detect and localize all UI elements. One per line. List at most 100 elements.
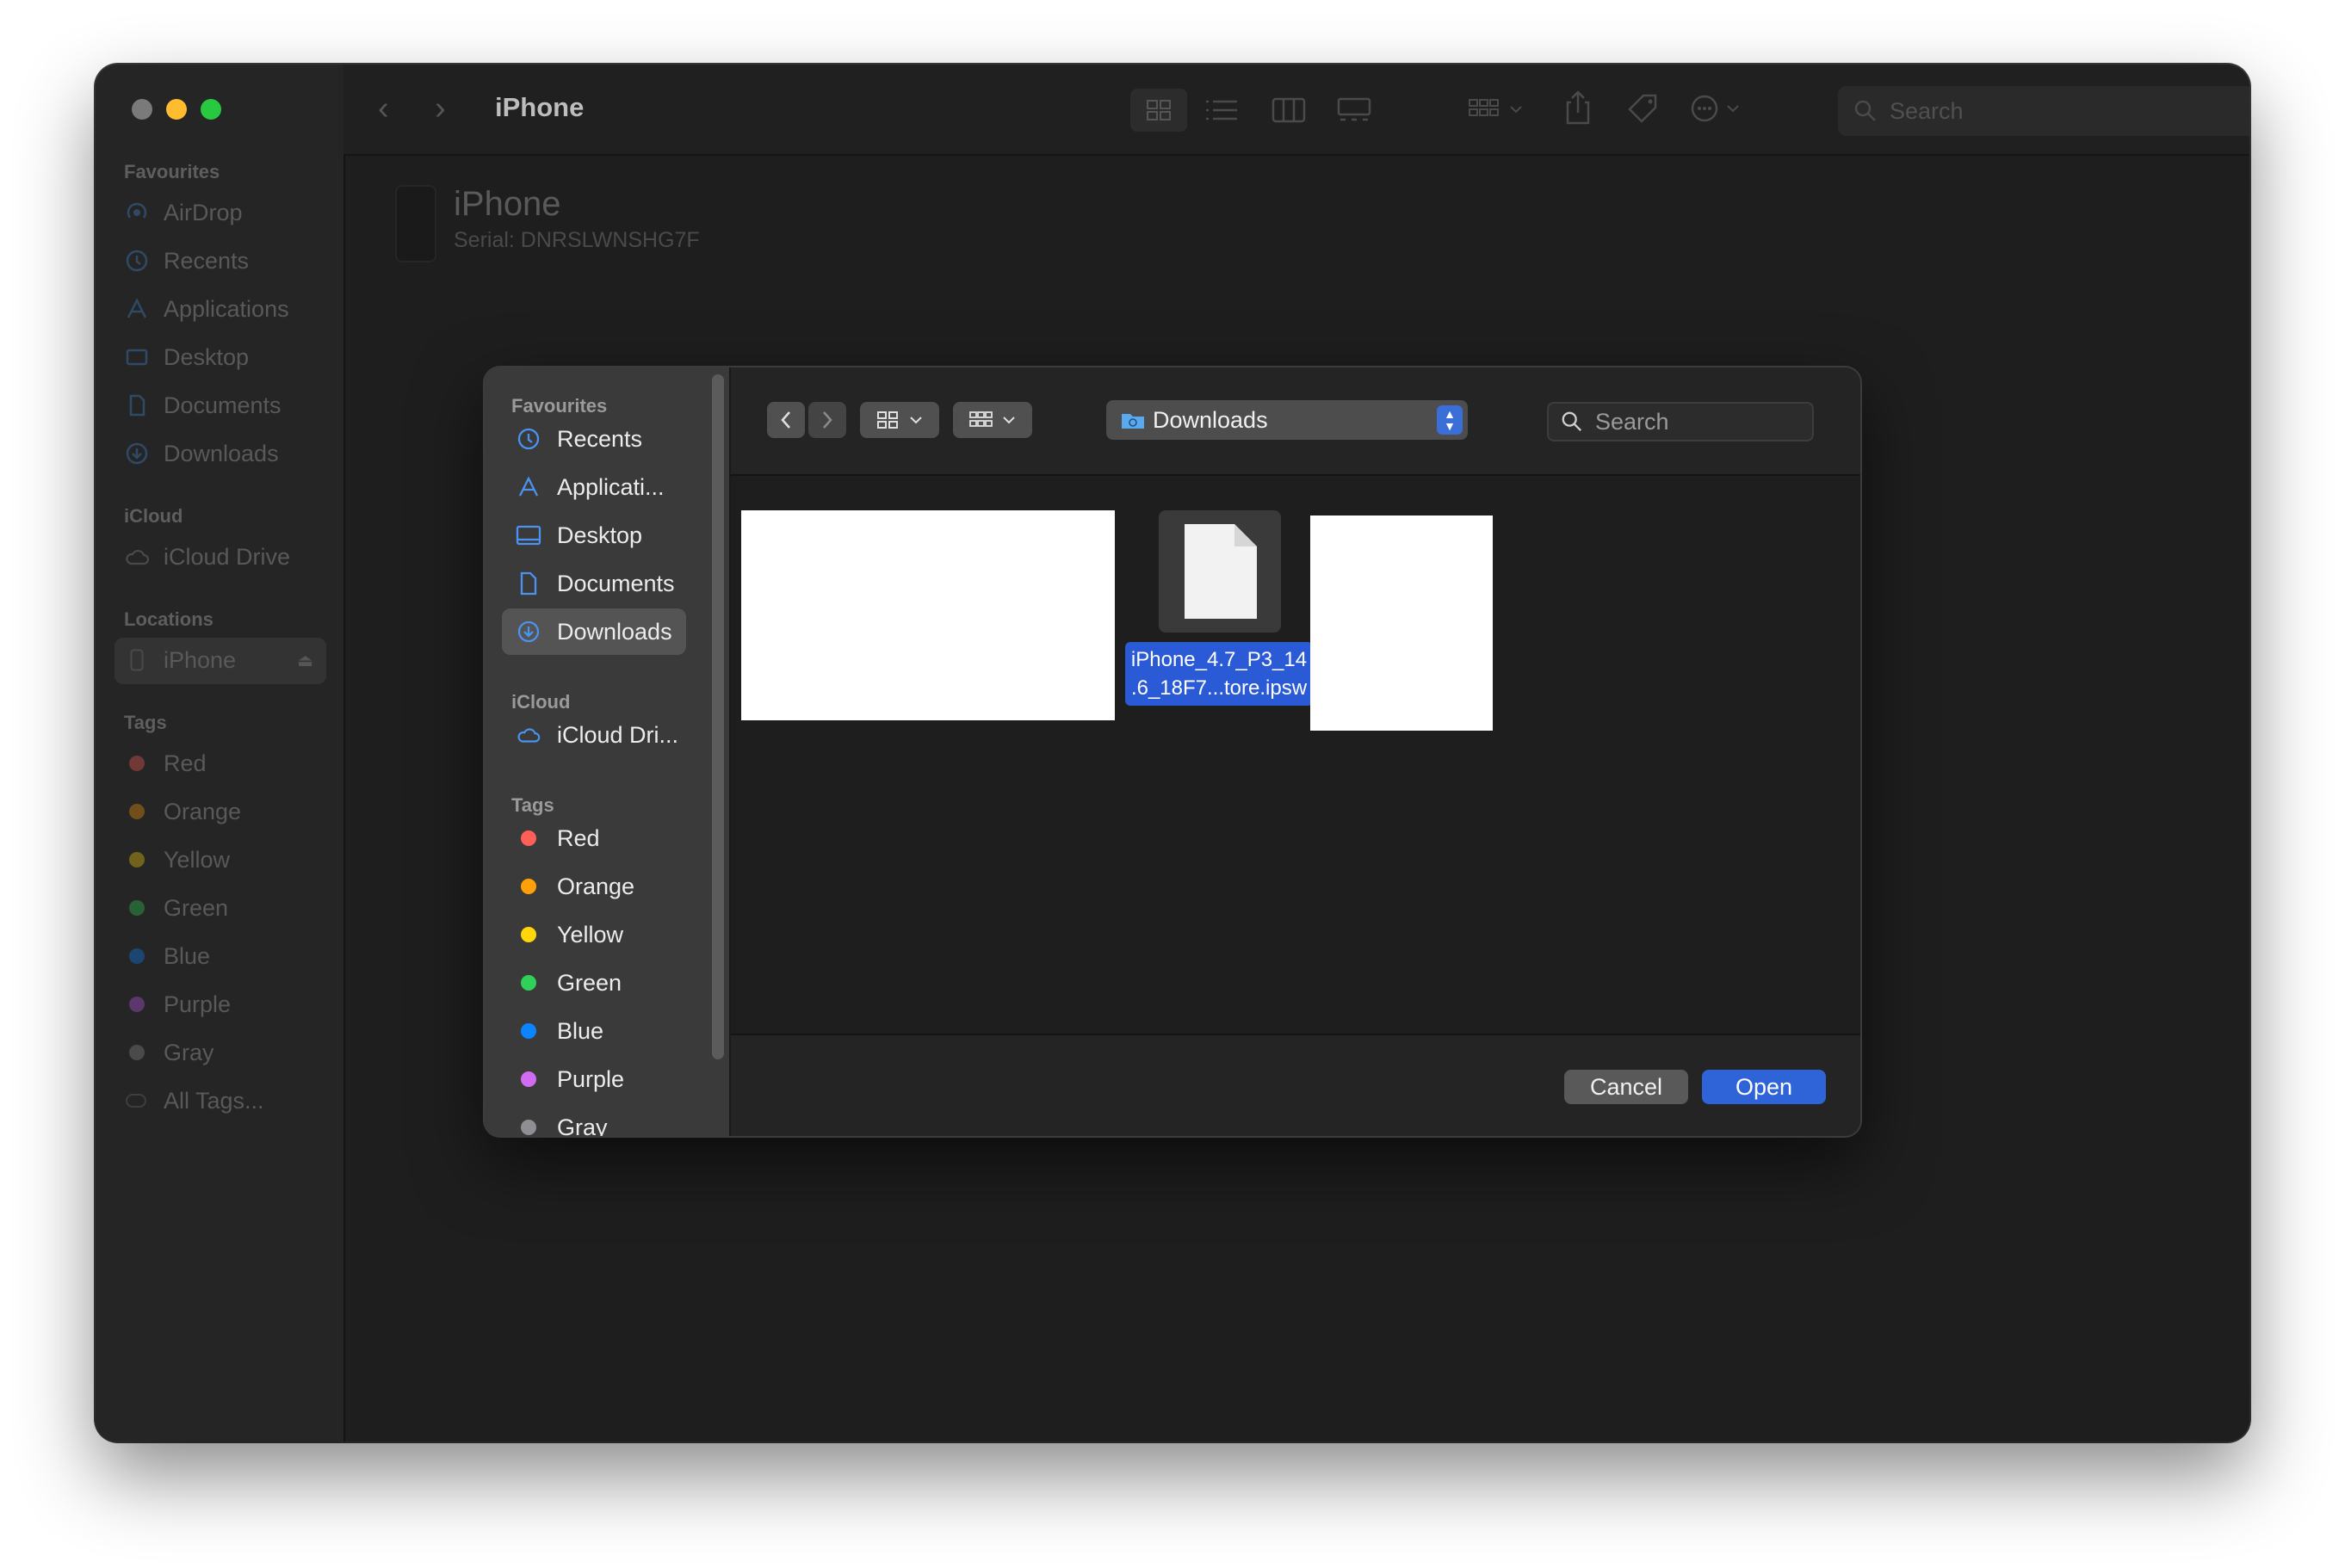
tag-label: Purple xyxy=(164,991,232,1017)
dialog-item-applications[interactable]: Applicati... xyxy=(502,464,686,510)
tag-dot-icon xyxy=(521,975,536,991)
list-view-icon[interactable] xyxy=(1204,99,1239,121)
tag-label: Red xyxy=(557,824,600,851)
sidebar-item-airdrop[interactable]: AirDrop xyxy=(124,195,243,230)
tag-dot-icon xyxy=(521,927,536,942)
tag-dot-icon xyxy=(129,997,145,1012)
dialog-section-icloud: iCloud xyxy=(511,691,571,713)
dialog-tag-blue[interactable]: Blue xyxy=(502,1008,686,1054)
sidebar-item-iphone[interactable]: iPhone ⏏ xyxy=(124,643,313,677)
dialog-group-button[interactable] xyxy=(953,402,1032,438)
dialog-item-recents[interactable]: Recents xyxy=(502,416,686,462)
applications-icon xyxy=(124,297,150,321)
eject-icon[interactable]: ⏏ xyxy=(297,650,313,671)
dialog-item-label: Desktop xyxy=(557,522,643,548)
dialog-tag-orange[interactable]: Orange xyxy=(502,863,686,910)
dialog-forward-button[interactable] xyxy=(808,402,846,438)
dialog-item-downloads[interactable]: Downloads xyxy=(502,608,686,655)
downloads-folder-icon xyxy=(1122,414,1144,429)
desktop-icon xyxy=(124,345,150,369)
back-icon[interactable]: ‹ xyxy=(378,90,389,127)
tag-label: Gray xyxy=(164,1039,214,1065)
dialog-item-documents[interactable]: Documents xyxy=(502,560,686,607)
dialog-tag-purple[interactable]: Purple xyxy=(502,1056,686,1102)
sidebar-tag-green[interactable]: Green xyxy=(124,891,228,925)
file-browser-area: iPhone_4.7_P3_14 .6_18F7...tore.ipsw xyxy=(731,476,1860,1034)
device-serial: Serial: DNRSLWNSHG7F xyxy=(454,228,700,252)
close-window-button[interactable] xyxy=(132,99,152,120)
group-by-icon xyxy=(969,411,993,427)
file-thumbnail-blank[interactable] xyxy=(741,510,1115,720)
dialog-item-desktop[interactable]: Desktop xyxy=(502,512,686,559)
document-icon xyxy=(1185,524,1257,619)
dialog-item-label: Documents xyxy=(557,570,675,596)
sidebar-scrollbar[interactable] xyxy=(712,374,724,1059)
share-icon[interactable] xyxy=(1564,90,1592,125)
desktop-icon xyxy=(516,524,541,546)
sidebar-item-label: AirDrop xyxy=(164,199,243,225)
finder-search-field[interactable]: Search xyxy=(1838,86,2249,136)
sidebar-item-label: Downloads xyxy=(164,440,279,466)
sidebar-tag-purple[interactable]: Purple xyxy=(124,987,231,1022)
dialog-tag-green[interactable]: Green xyxy=(502,960,686,1006)
sidebar-tag-red[interactable]: Red xyxy=(124,746,207,781)
file-name-label[interactable]: iPhone_4.7_P3_14 .6_18F7...tore.ipsw xyxy=(1125,642,1313,706)
forward-icon[interactable]: › xyxy=(435,90,446,127)
more-actions-icon[interactable] xyxy=(1690,94,1754,123)
tag-dot-icon xyxy=(521,1071,536,1087)
dialog-item-label: iCloud Dri... xyxy=(557,721,679,748)
sidebar-tag-yellow[interactable]: Yellow xyxy=(124,843,230,877)
maximize-window-button[interactable] xyxy=(201,99,221,120)
dialog-search-field[interactable]: Search xyxy=(1547,402,1814,441)
dialog-tag-red[interactable]: Red xyxy=(502,815,686,861)
sidebar-tag-orange[interactable]: Orange xyxy=(124,794,241,829)
tag-label: Blue xyxy=(164,942,211,969)
minimize-window-button[interactable] xyxy=(166,99,187,120)
tag-icon[interactable] xyxy=(1626,92,1661,127)
download-icon xyxy=(516,620,541,644)
sidebar-tag-gray[interactable]: Gray xyxy=(124,1035,214,1070)
location-popup[interactable]: Downloads ▲ ▼ xyxy=(1106,400,1468,440)
applications-icon xyxy=(516,475,541,499)
dialog-tag-yellow[interactable]: Yellow xyxy=(502,911,686,958)
column-view-icon[interactable] xyxy=(1271,97,1306,123)
sidebar-item-label: Recents xyxy=(164,247,250,274)
sidebar-all-tags[interactable]: All Tags... xyxy=(124,1083,264,1118)
sidebar-item-applications[interactable]: Applications xyxy=(124,292,289,326)
tag-icon xyxy=(124,1092,150,1109)
sidebar-section-favourites: Favourites xyxy=(124,161,220,182)
dialog-tag-gray[interactable]: Gray xyxy=(502,1104,686,1136)
tag-dot-icon xyxy=(129,852,145,867)
search-placeholder: Search xyxy=(1595,408,1669,435)
sidebar-section-locations: Locations xyxy=(124,608,213,630)
sidebar-section-tags: Tags xyxy=(124,712,167,733)
sidebar-item-icloud-drive[interactable]: iCloud Drive xyxy=(124,540,290,574)
group-by-icon[interactable] xyxy=(1468,97,1531,123)
sidebar-item-downloads[interactable]: Downloads xyxy=(124,436,279,471)
sidebar-item-desktop[interactable]: Desktop xyxy=(124,340,249,374)
file-thumbnail-blank[interactable] xyxy=(1310,515,1493,731)
tag-label: Orange xyxy=(557,873,635,899)
tag-label: Green xyxy=(164,894,229,921)
cancel-button[interactable]: Cancel xyxy=(1564,1070,1688,1104)
document-icon xyxy=(516,571,541,596)
icon-view-button[interactable] xyxy=(1130,89,1187,132)
file-item-selected[interactable] xyxy=(1159,510,1281,633)
gallery-view-icon[interactable] xyxy=(1337,97,1371,123)
sidebar-item-recents[interactable]: Recents xyxy=(124,244,249,278)
search-icon xyxy=(1854,100,1876,121)
tag-label: Blue xyxy=(557,1017,604,1044)
chevron-left-icon xyxy=(781,411,790,429)
dialog-view-mode-button[interactable] xyxy=(860,402,939,438)
clock-icon xyxy=(124,249,150,273)
dialog-item-icloud-drive[interactable]: iCloud Dri... xyxy=(502,712,686,758)
open-button[interactable]: Open xyxy=(1702,1070,1826,1104)
sidebar-tag-blue[interactable]: Blue xyxy=(124,939,210,973)
sidebar-item-label: Desktop xyxy=(164,343,250,370)
dialog-item-label: Applicati... xyxy=(557,473,665,500)
updown-chevron-icon: ▲ ▼ xyxy=(1437,405,1463,435)
tag-dot-icon xyxy=(521,830,536,846)
dialog-back-button[interactable] xyxy=(767,402,805,438)
sidebar-item-documents[interactable]: Documents xyxy=(124,388,282,423)
tag-label: Green xyxy=(557,969,622,996)
